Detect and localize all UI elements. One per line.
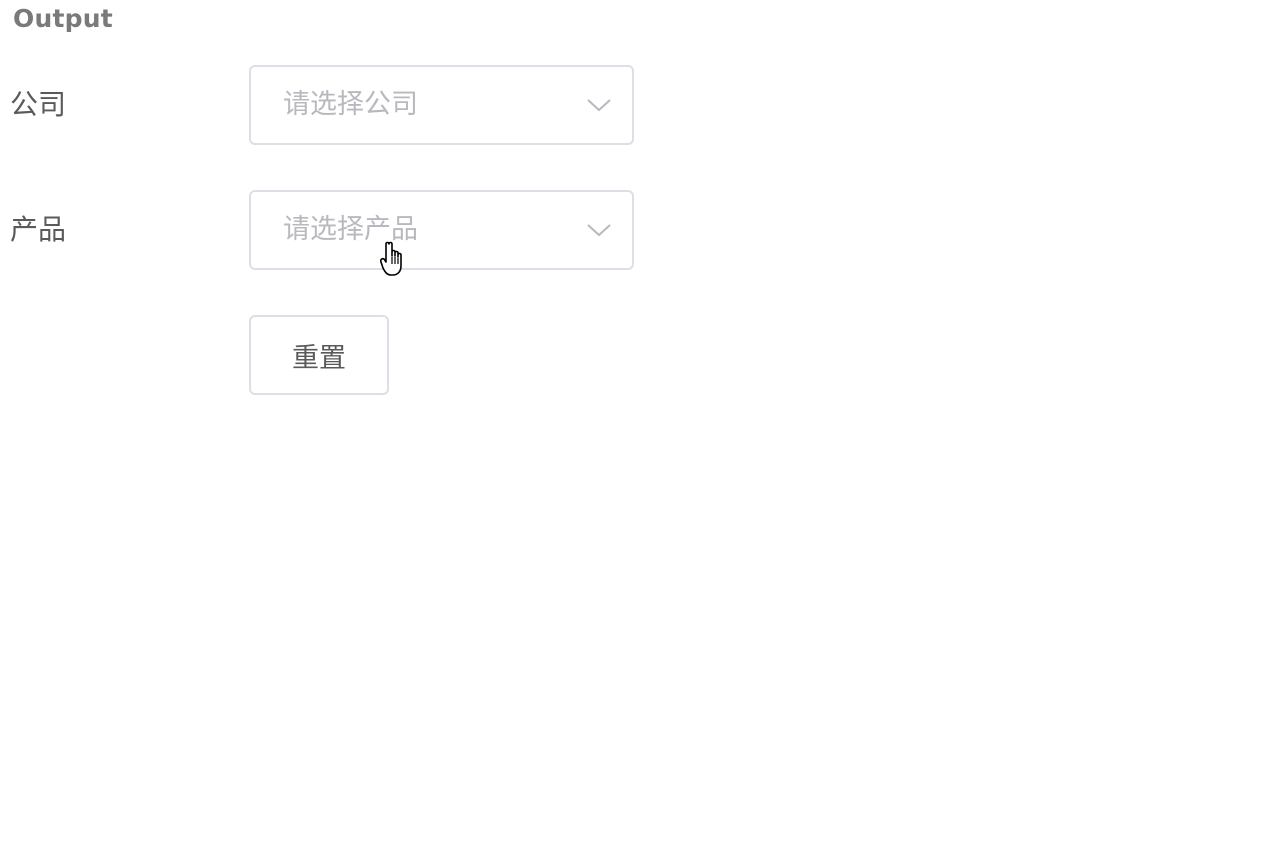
company-label: 公司 [10, 88, 67, 121]
chevron-down-icon [587, 99, 611, 112]
actions-form-row: 重置 [0, 315, 700, 395]
company-select-placeholder: 请选择公司 [283, 89, 418, 120]
product-label: 产品 [10, 213, 67, 246]
chevron-down-icon [587, 224, 611, 237]
company-form-row: 公司 请选择公司 [0, 65, 700, 145]
output-heading: Output [13, 4, 113, 33]
page: Output 公司 请选择公司 产品 请选择产品 重置 [0, 0, 1268, 868]
product-select-placeholder: 请选择产品 [283, 214, 418, 245]
reset-button[interactable]: 重置 [249, 315, 389, 395]
product-form-row: 产品 请选择产品 [0, 190, 700, 270]
product-select[interactable]: 请选择产品 [249, 190, 634, 270]
company-select[interactable]: 请选择公司 [249, 65, 634, 145]
